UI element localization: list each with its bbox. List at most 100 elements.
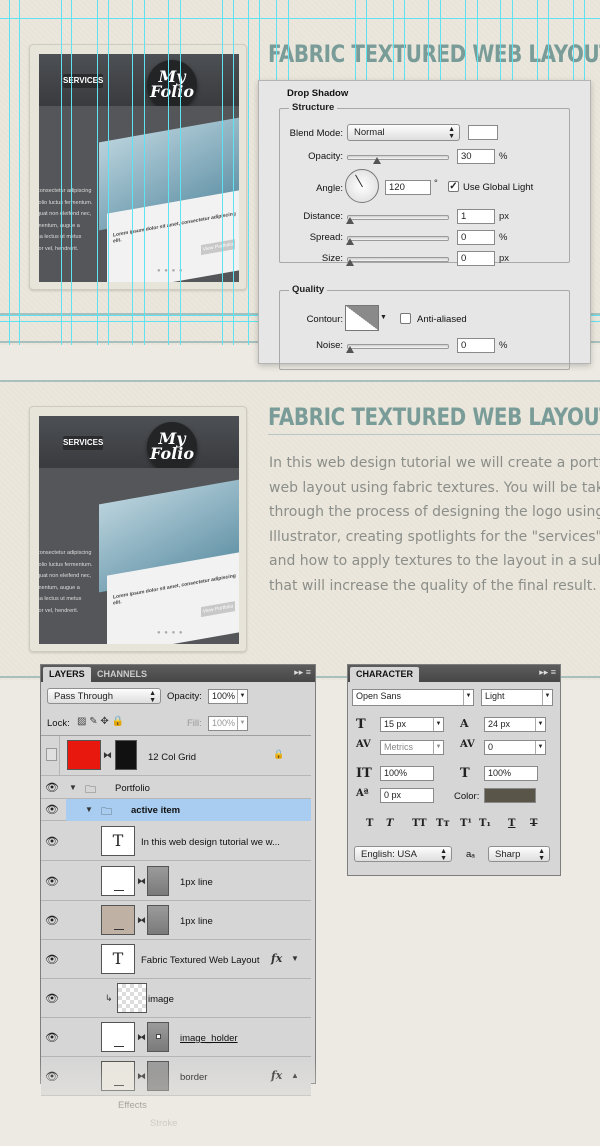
all-caps-button[interactable]: TT [412, 818, 427, 829]
eye-icon[interactable]: 👁 [45, 803, 59, 816]
fill-input[interactable]: 100% ▼ [208, 716, 248, 731]
eye-icon[interactable]: 👁 [45, 1031, 59, 1044]
fx-icon[interactable]: fx [271, 952, 282, 965]
layer-name: image_holder [180, 1033, 238, 1044]
layer-row[interactable]: 👁 ⧓ border fx ▲ [41, 1057, 311, 1096]
percent-unit: % [499, 151, 508, 162]
kerning-icon: AV [356, 739, 371, 750]
pager-dots[interactable]: ● ● ● ● [157, 268, 184, 274]
small-caps-button[interactable]: Tт [436, 818, 450, 829]
faux-italic-button[interactable]: T [386, 818, 393, 829]
layer-row[interactable]: 👁 ⧓ image_holder [41, 1018, 311, 1057]
size-input[interactable]: 0 [457, 251, 495, 266]
layer-mask [147, 905, 169, 935]
layer-row[interactable]: 👁 ⧓ 1px line [41, 901, 311, 940]
contour-picker[interactable] [345, 305, 379, 331]
distance-slider[interactable] [346, 215, 449, 224]
services-label[interactable]: SERVICES [63, 436, 103, 450]
expand-arrow-icon[interactable]: ▼ [69, 783, 77, 792]
layer-opacity-input[interactable]: 100% ▼ [208, 689, 248, 704]
eye-icon[interactable]: 👁 [45, 875, 59, 888]
view-portfolio-button[interactable]: View Portfolio [201, 239, 235, 256]
character-tabbar: CHARACTER ▸▸ ≡ [348, 665, 560, 682]
tab-character[interactable]: CHARACTER [350, 667, 419, 682]
font-style-select[interactable]: Light ▼ [481, 689, 553, 706]
subscript-button[interactable]: T₁ [479, 818, 491, 829]
faux-bold-button[interactable]: T [366, 818, 373, 829]
layer-row-selected[interactable]: 👁 ▼ 🗀 active item [41, 799, 311, 821]
lock-icons[interactable]: ▨ ✎ ✥ 🔒 [77, 716, 124, 727]
use-global-light-checkbox[interactable]: ✓ [448, 181, 459, 192]
layer-row[interactable]: 👁 ↳ image [41, 979, 311, 1018]
percent-unit: % [499, 340, 508, 351]
expand-arrow-icon[interactable]: ▼ [85, 805, 93, 814]
eye-icon[interactable]: 👁 [45, 953, 59, 966]
opacity-slider[interactable] [347, 155, 449, 164]
link-icon: ⧓ [103, 750, 112, 760]
horizontal-scale-input[interactable]: 100% [484, 766, 538, 781]
layer-row[interactable]: 👁 T Fabric Textured Web Layout fx ▼ [41, 940, 311, 979]
layer-row[interactable]: 👁 ⧓ 1px line [41, 862, 311, 901]
eye-icon[interactable]: 👁 [45, 835, 59, 848]
layer-row[interactable]: 👁 T In this web design tutorial we w... [41, 822, 311, 861]
text-color-swatch[interactable] [484, 788, 536, 803]
visibility-toggle[interactable] [46, 748, 57, 761]
collapse-effects-arrow-icon[interactable]: ▲ [291, 1071, 299, 1080]
percent-unit: % [499, 232, 508, 243]
language-select[interactable]: English: USA ▲ ▼ [354, 846, 452, 862]
eye-icon[interactable]: 👁 [45, 1070, 59, 1083]
superscript-button[interactable]: T¹ [460, 818, 472, 829]
angle-dial[interactable] [345, 169, 379, 203]
tracking-input[interactable]: 0 ▼ [484, 740, 546, 755]
angle-label: Angle: [316, 183, 343, 194]
view-portfolio-button[interactable]: View Portfolio [201, 601, 235, 618]
contour-dropdown-icon[interactable]: ▼ [380, 314, 387, 321]
baseline-shift-input[interactable]: 0 px [380, 788, 434, 803]
kerning-input[interactable]: Metrics ▼ [380, 740, 444, 755]
eye-icon[interactable]: 👁 [45, 781, 59, 794]
noise-slider[interactable] [346, 344, 449, 353]
card-screen: SERVICES My Folio Lorem ipsum dolor sit a… [39, 416, 239, 644]
layer-name: image [148, 994, 174, 1005]
leading-input[interactable]: 24 px ▼ [484, 717, 546, 732]
layer-name: border [180, 1072, 208, 1083]
layer-row[interactable]: 👁 ▼ 🗀 Portfolio [41, 777, 311, 799]
panel-menu-icon[interactable]: ▸▸ ≡ [539, 667, 556, 678]
pager-dots[interactable]: ● ● ● ● [157, 630, 184, 636]
font-family-select[interactable]: Open Sans ▼ [352, 689, 474, 706]
opacity-label: Opacity: [167, 691, 202, 702]
eye-icon[interactable]: 👁 [45, 914, 59, 927]
folder-icon: 🗀 [85, 784, 96, 796]
spread-slider[interactable] [346, 236, 449, 245]
distance-input[interactable]: 1 [457, 209, 495, 224]
shadow-color-swatch[interactable] [468, 125, 498, 140]
vertical-scale-input[interactable]: 100% [380, 766, 434, 781]
expand-effects-arrow-icon[interactable]: ▼ [291, 954, 299, 963]
eye-icon[interactable]: 👁 [45, 992, 59, 1005]
anti-aliased-label: Anti-aliased [417, 314, 467, 325]
blend-mode-select[interactable]: Pass Through ▲ ▼ [47, 688, 161, 704]
caption-text: Lorem ipsum dolor sit amet, consectetur … [113, 210, 236, 245]
opacity-input[interactable]: 30 [457, 149, 495, 164]
anti-alias-select[interactable]: Sharp ▲ ▼ [488, 846, 550, 862]
layer-row[interactable]: ⧓ 12 Col Grid 🔒 [41, 736, 311, 776]
noise-input[interactable]: 0 [457, 338, 495, 353]
angle-input[interactable]: 120 [385, 180, 431, 195]
fx-icon[interactable]: fx [271, 1069, 282, 1082]
tab-channels[interactable]: CHANNELS [91, 667, 153, 682]
link-icon: ⧓ [137, 1032, 146, 1042]
layer-thumbnail [101, 866, 135, 896]
noise-label: Noise: [316, 340, 343, 351]
tab-layers[interactable]: LAYERS [43, 667, 91, 682]
size-slider[interactable] [346, 257, 449, 266]
anti-alias-icon: aₐ [466, 849, 475, 860]
strikethrough-button[interactable]: T [530, 818, 537, 829]
spread-input[interactable]: 0 [457, 230, 495, 245]
drop-shadow-dialog: Drop Shadow Structure Blend Mode: Normal… [258, 80, 591, 370]
services-label[interactable]: SERVICES [63, 74, 103, 88]
font-size-input[interactable]: 15 px ▼ [380, 717, 444, 732]
underline-button[interactable]: T [508, 818, 515, 829]
anti-aliased-checkbox[interactable] [400, 313, 411, 324]
panel-menu-icon[interactable]: ▸▸ ≡ [294, 667, 311, 678]
blend-mode-select[interactable]: Normal ▲ ▼ [347, 124, 460, 141]
